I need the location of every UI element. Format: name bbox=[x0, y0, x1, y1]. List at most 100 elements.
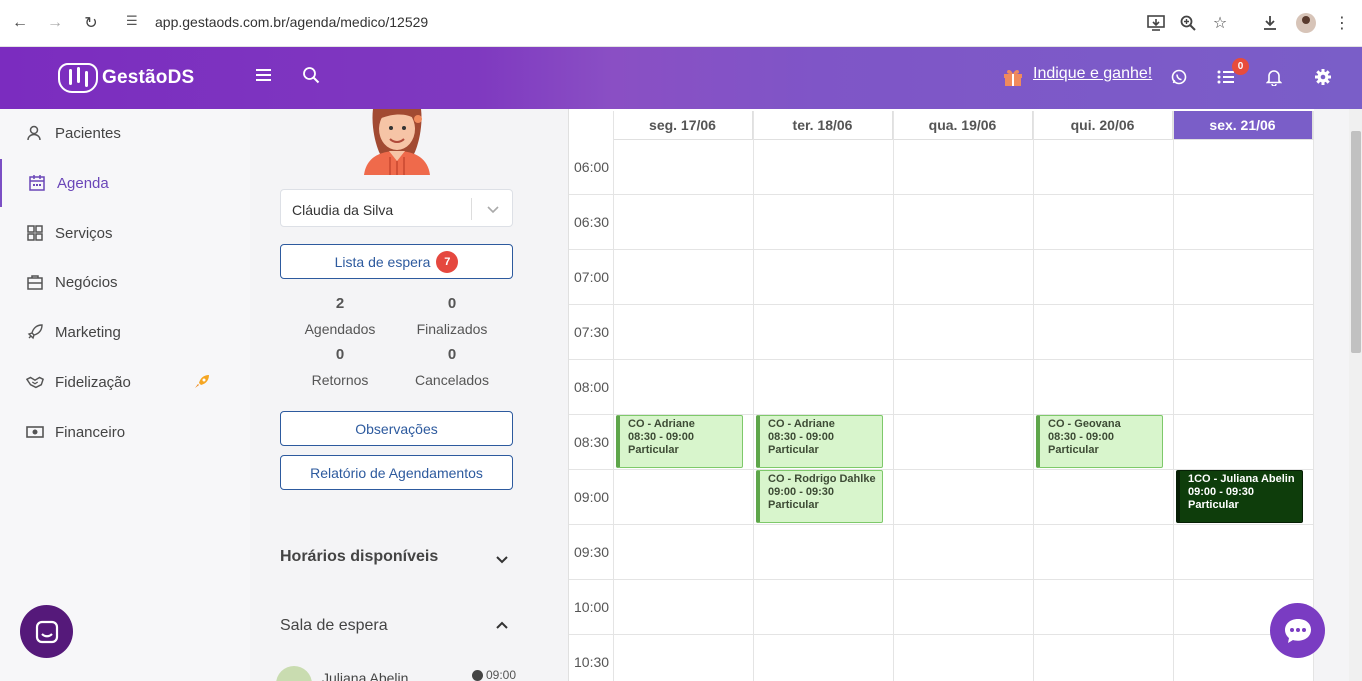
back-icon[interactable]: ← bbox=[9, 12, 31, 34]
agendados-label: Agendados bbox=[304, 321, 376, 337]
time-slot-row[interactable]: 06:30 bbox=[569, 195, 1314, 250]
clock-icon bbox=[472, 669, 483, 681]
calendar-icon bbox=[28, 174, 46, 192]
logo-text: GestãoDS bbox=[102, 67, 195, 88]
site-settings-icon[interactable]: ☰ bbox=[126, 13, 138, 29]
select-separator bbox=[471, 198, 472, 220]
day-header-today[interactable]: sex. 21/06 bbox=[1173, 111, 1313, 140]
column-divider bbox=[753, 111, 754, 681]
calendar-week-view: seg. 17/06 ter. 18/06 qua. 19/06 qui. 20… bbox=[568, 109, 1314, 681]
handshake-icon bbox=[26, 373, 44, 391]
chevron-down-icon[interactable] bbox=[494, 552, 510, 568]
appointment-card-selected[interactable]: 1CO - Juliana Abelin 09:00 - 09:30 Parti… bbox=[1176, 470, 1303, 523]
search-icon[interactable] bbox=[302, 66, 320, 84]
appointment-card[interactable]: CO - Geovana 08:30 - 09:00 Particular bbox=[1036, 415, 1163, 468]
waitlist-button[interactable]: Lista de espera 7 bbox=[280, 244, 513, 279]
app-header: GestãoDS Indique e ganhe! 0 bbox=[0, 47, 1362, 109]
column-divider bbox=[1313, 111, 1314, 681]
sidebar-item-pacientes[interactable]: Pacientes bbox=[0, 109, 250, 157]
help-chat-button[interactable] bbox=[20, 605, 73, 658]
rocket-badge-icon bbox=[193, 373, 211, 391]
day-header[interactable]: seg. 17/06 bbox=[613, 111, 753, 140]
chevron-up-icon[interactable] bbox=[494, 617, 510, 633]
reload-icon[interactable]: ↻ bbox=[80, 12, 102, 34]
appointment-card[interactable]: CO - Adriane 08:30 - 09:00 Particular bbox=[616, 415, 743, 468]
briefcase-icon bbox=[26, 273, 44, 291]
appointment-time: 08:30 - 09:00 bbox=[1048, 431, 1115, 443]
appointment-card[interactable]: CO - Rodrigo Dahlke 09:00 - 09:30 Partic… bbox=[756, 470, 883, 523]
sidebar-item-marketing[interactable]: Marketing bbox=[0, 308, 250, 356]
sidebar-item-fidelizacao[interactable]: Fidelização bbox=[0, 358, 250, 406]
waitlist-count-badge: 7 bbox=[436, 250, 459, 273]
time-label: 07:00 bbox=[574, 269, 610, 285]
profile-avatar[interactable] bbox=[1296, 13, 1316, 33]
chevron-down-icon[interactable] bbox=[484, 200, 502, 218]
time-slot-row[interactable]: 06:00 bbox=[569, 140, 1314, 195]
logo[interactable]: GestãoDS bbox=[58, 61, 194, 95]
appointment-type: Particular bbox=[1188, 499, 1239, 511]
sidebar-item-label: Fidelização bbox=[55, 373, 131, 391]
appointment-card[interactable]: CO - Adriane 08:30 - 09:00 Particular bbox=[756, 415, 883, 468]
forward-icon[interactable]: → bbox=[44, 12, 66, 34]
money-icon bbox=[26, 423, 44, 441]
cancelados-count: 0 bbox=[447, 346, 457, 363]
sidebar-item-label: Serviços bbox=[55, 224, 113, 242]
appointment-time: 08:30 - 09:00 bbox=[628, 431, 695, 443]
time-slot-row[interactable]: 07:00 bbox=[569, 250, 1314, 305]
time-slot-row[interactable]: 09:30 bbox=[569, 525, 1314, 580]
horarios-section-title[interactable]: Horários disponíveis bbox=[280, 548, 438, 566]
sala-section-title[interactable]: Sala de espera bbox=[280, 617, 388, 635]
bell-icon[interactable] bbox=[1264, 67, 1284, 87]
whatsapp-icon[interactable] bbox=[1169, 67, 1189, 87]
sidebar-item-label: Financeiro bbox=[55, 423, 126, 441]
download-icon[interactable] bbox=[1258, 11, 1282, 35]
day-header[interactable]: qui. 20/06 bbox=[1033, 111, 1173, 140]
retornos-label: Retornos bbox=[311, 372, 369, 388]
more-menu-icon[interactable]: ⋮ bbox=[1330, 11, 1354, 35]
time-label: 08:30 bbox=[574, 434, 610, 450]
time-slot-row[interactable]: 08:00 bbox=[569, 360, 1314, 415]
address-bar[interactable]: app.gestaods.com.br/agenda/medico/12529 bbox=[155, 14, 428, 30]
appointment-type: Particular bbox=[1048, 444, 1099, 456]
observacoes-button[interactable]: Observações bbox=[280, 411, 513, 446]
sidebar-item-servicos[interactable]: Serviços bbox=[0, 209, 250, 257]
scrollbar-thumb[interactable] bbox=[1351, 131, 1361, 353]
zoom-icon[interactable] bbox=[1176, 11, 1200, 35]
sidebar-item-agenda[interactable]: Agenda bbox=[0, 159, 250, 207]
menu-icon[interactable] bbox=[256, 69, 271, 81]
time-slot-row[interactable]: 10:30 bbox=[569, 635, 1314, 681]
sidebar-item-label: Negócios bbox=[55, 273, 118, 291]
time-slot-row[interactable]: 07:30 bbox=[569, 305, 1314, 360]
appointment-type: Particular bbox=[628, 444, 679, 456]
doctor-select-value: Cláudia da Silva bbox=[292, 202, 394, 218]
doctor-select[interactable]: Cláudia da Silva bbox=[280, 189, 513, 227]
gear-icon[interactable] bbox=[1313, 67, 1333, 87]
grid-icon bbox=[26, 224, 44, 242]
appointment-title: 1CO - Juliana Abelin bbox=[1188, 473, 1295, 485]
column-divider bbox=[1033, 111, 1034, 681]
day-header[interactable]: ter. 18/06 bbox=[753, 111, 893, 140]
time-label: 06:00 bbox=[574, 159, 610, 175]
appointment-type: Particular bbox=[768, 499, 819, 511]
appointment-title: CO - Adriane bbox=[628, 418, 695, 430]
install-app-icon[interactable] bbox=[1144, 11, 1168, 35]
appointment-time: 09:00 - 09:30 bbox=[768, 486, 835, 498]
sidebar-item-label: Pacientes bbox=[55, 124, 121, 142]
time-slot-row[interactable]: 10:00 bbox=[569, 580, 1314, 635]
day-header[interactable]: qua. 19/06 bbox=[893, 111, 1033, 140]
chat-bubble-button[interactable] bbox=[1270, 603, 1325, 658]
appointment-type: Particular bbox=[768, 444, 819, 456]
appointment-title: CO - Adriane bbox=[768, 418, 835, 430]
sidebar-item-negocios[interactable]: Negócios bbox=[0, 258, 250, 306]
retornos-count: 0 bbox=[335, 346, 345, 363]
sidebar-item-financeiro[interactable]: Financeiro bbox=[0, 408, 250, 456]
gift-icon[interactable] bbox=[1002, 67, 1024, 87]
relatorio-button[interactable]: Relatório de Agendamentos bbox=[280, 455, 513, 490]
time-label: 07:30 bbox=[574, 324, 610, 340]
column-divider bbox=[1173, 111, 1174, 681]
star-icon[interactable]: ☆ bbox=[1208, 11, 1232, 35]
indique-link[interactable]: Indique e ganhe! bbox=[1033, 65, 1152, 83]
waiting-patient-name[interactable]: Juliana Abelin bbox=[322, 670, 408, 681]
time-label: 09:00 bbox=[574, 489, 610, 505]
users-icon bbox=[26, 124, 44, 142]
